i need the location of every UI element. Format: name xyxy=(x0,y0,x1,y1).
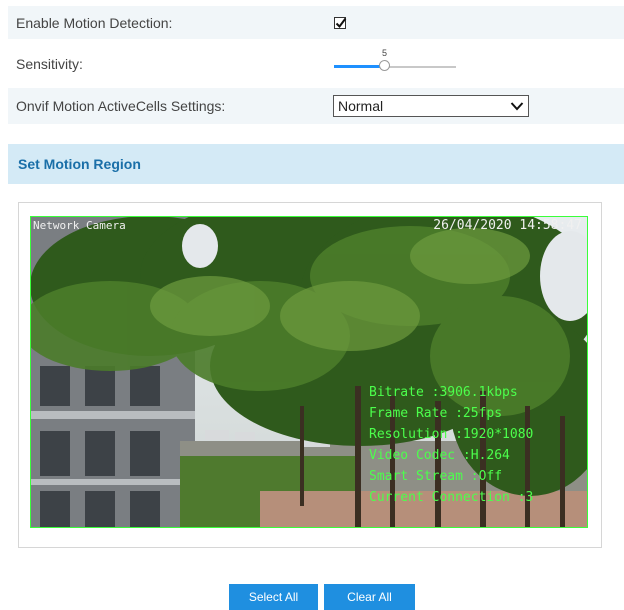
sensitivity-row: Sensitivity: 5 xyxy=(8,44,624,84)
check-icon xyxy=(335,17,347,28)
activecells-select-value: Normal xyxy=(338,98,384,114)
section-header: Set Motion Region xyxy=(8,144,624,184)
video-codec-overlay: Video Codec :H.264 xyxy=(369,448,510,463)
sensitivity-label: Sensitivity: xyxy=(16,56,83,72)
smart-stream-overlay: Smart Stream :Off xyxy=(369,469,503,484)
slider-thumb[interactable] xyxy=(379,60,390,71)
sensitivity-slider[interactable]: 5 xyxy=(334,48,456,76)
motion-detection-checkbox[interactable] xyxy=(334,16,347,29)
motion-detection-row: Enable Motion Detection: xyxy=(8,6,624,39)
chevron-down-icon xyxy=(510,102,524,111)
motion-detection-label: Enable Motion Detection: xyxy=(16,14,173,31)
bitrate-overlay: Bitrate :3906.1kbps xyxy=(369,385,518,400)
timestamp-overlay: 26/04/2020 14:58:47 xyxy=(433,218,582,233)
resolution-overlay: Resolution :1920*1080 xyxy=(369,427,534,442)
activecells-label: Onvif Motion ActiveCells Settings: xyxy=(16,98,226,114)
sensitivity-value: 5 xyxy=(382,48,388,58)
select-all-button[interactable]: Select All xyxy=(229,584,318,610)
slider-fill xyxy=(334,65,385,68)
current-connection-overlay: Current Connection :3 xyxy=(369,490,534,505)
section-title: Set Motion Region xyxy=(18,156,141,172)
activecells-row: Onvif Motion ActiveCells Settings: Norma… xyxy=(8,88,624,124)
video-preview[interactable]: Network Camera 26/04/2020 14:58:47 Bitra… xyxy=(30,216,588,528)
frame-rate-overlay: Frame Rate :25fps xyxy=(369,406,503,421)
clear-all-button[interactable]: Clear All xyxy=(324,584,415,610)
motion-region-border xyxy=(30,216,588,528)
activecells-select[interactable]: Normal xyxy=(333,95,529,117)
camera-name-overlay: Network Camera xyxy=(33,219,126,232)
